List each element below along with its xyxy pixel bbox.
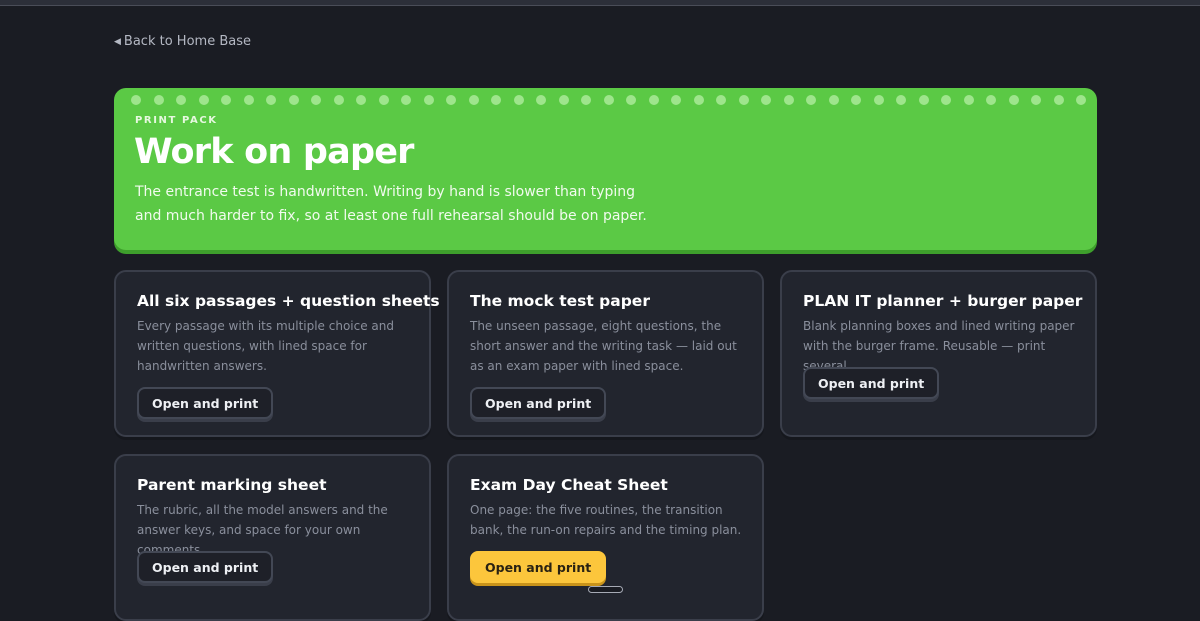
hero-dot	[716, 95, 726, 105]
hero-dot	[446, 95, 456, 105]
hero-dot	[626, 95, 636, 105]
hero-dot	[603, 95, 614, 105]
hero-dot	[896, 95, 906, 105]
hero-dot	[918, 95, 929, 105]
hero-dot	[581, 95, 591, 105]
hero-dot	[1076, 95, 1086, 105]
card-planner: PLAN IT planner + burger paper Blank pla…	[780, 270, 1097, 437]
card-title: The mock test paper	[470, 292, 650, 310]
hero-dot	[536, 95, 546, 105]
hero-dot	[266, 95, 276, 105]
card-title: PLAN IT planner + burger paper	[803, 292, 1083, 310]
open-print-button[interactable]: Open and print	[470, 387, 607, 419]
hero-dot	[1008, 95, 1019, 105]
card-description: Every passage with its multiple choice a…	[137, 319, 395, 373]
hero-dot	[1031, 95, 1041, 105]
back-arrow-icon: ◀	[114, 36, 121, 47]
hero-dot	[783, 95, 794, 105]
open-print-button[interactable]: Open and print	[137, 387, 274, 419]
card-description: One page: the five routines, the transit…	[470, 503, 742, 537]
hero-dot	[873, 95, 884, 105]
hero-banner: PRINT PACK Work on paper The entrance te…	[114, 88, 1097, 250]
hero-dot	[738, 95, 749, 105]
card-title: Exam Day Cheat Sheet	[470, 476, 668, 494]
hero-dot	[693, 95, 704, 105]
card-cheat-sheet: Exam Day Cheat Sheet One page: the five …	[447, 454, 764, 621]
hero-dot	[333, 95, 344, 105]
open-print-button-primary[interactable]: Open and print	[470, 551, 607, 583]
hero-dot	[198, 95, 209, 105]
back-link[interactable]: ◀ Back to Home Base	[114, 34, 251, 49]
hero-dot	[221, 95, 231, 105]
top-bar	[0, 0, 1200, 6]
card-mock-test: The mock test paper The unseen passage, …	[447, 270, 764, 437]
hero-dot	[513, 95, 524, 105]
hero-dot	[311, 95, 321, 105]
hero-dot	[378, 95, 389, 105]
hero-dot	[491, 95, 501, 105]
card-title: All six passages + question sheets	[137, 292, 440, 310]
hero-kicker: PRINT PACK	[135, 115, 218, 126]
hero-dot	[806, 95, 816, 105]
hero-description: The entrance test is handwritten. Writin…	[135, 184, 647, 224]
hero-dot	[648, 95, 659, 105]
hero-dot	[423, 95, 434, 105]
hero-dot	[941, 95, 951, 105]
hero-dot	[468, 95, 479, 105]
hero-dot	[153, 95, 164, 105]
hero-dot	[963, 95, 974, 105]
open-print-button[interactable]: Open and print	[803, 367, 940, 399]
hero-dot	[243, 95, 254, 105]
hero-dot	[356, 95, 366, 105]
hero-dot	[828, 95, 839, 105]
card-title: Parent marking sheet	[137, 476, 327, 494]
hero-dot	[176, 95, 186, 105]
hero-dot	[671, 95, 681, 105]
hero-dot	[986, 95, 996, 105]
hero-dot	[288, 95, 299, 105]
back-link-label: Back to Home Base	[123, 34, 251, 49]
hero-dot	[558, 95, 569, 105]
hero-dot	[131, 95, 141, 105]
hero-dot	[761, 95, 771, 105]
hero-dot	[851, 95, 861, 105]
scroll-indicator[interactable]	[588, 586, 623, 593]
hero-dot	[401, 95, 411, 105]
card-passages: All six passages + question sheets Every…	[114, 270, 440, 437]
open-print-button[interactable]: Open and print	[137, 551, 274, 583]
hero-dot-row	[131, 95, 1086, 105]
card-description: The unseen passage, eight questions, the…	[470, 319, 737, 373]
page-title: Work on paper	[134, 132, 414, 172]
hero-dot	[1053, 95, 1064, 105]
card-marking-sheet: Parent marking sheet The rubric, all the…	[114, 454, 431, 621]
